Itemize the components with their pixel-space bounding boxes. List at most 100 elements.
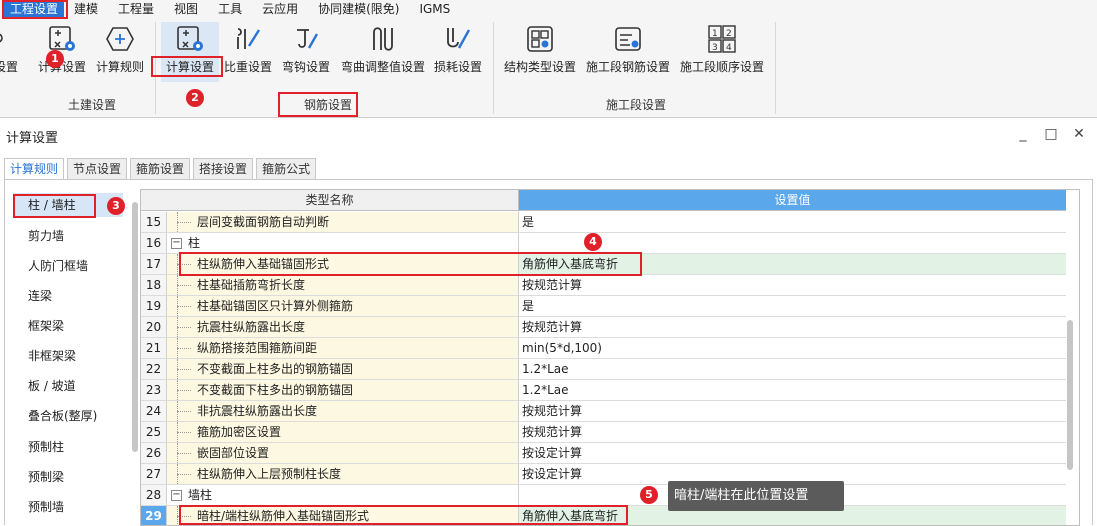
sidebar-item-frame-beam[interactable]: 框架梁 [13,314,123,338]
grid-scrollbar[interactable] [1067,320,1073,470]
collapse-toggle-icon[interactable]: − [171,490,182,501]
row-value-cell[interactable]: 按规范计算 [519,401,1066,421]
partial-settings-button[interactable]: 设置 [0,22,18,82]
segment-rebar-settings-button[interactable]: 施工段钢筋设置 [584,22,672,82]
group-label-segment: 施工段设置 [606,98,667,112]
sidebar-item-slab[interactable]: 板 / 坡道 [13,374,123,398]
row-number: 28 [141,485,167,505]
loss-settings-button[interactable]: 损耗设置 [432,22,484,82]
calc-settings-dialog: 计算设置 _ □ ✕ 计算规则 节点设置 箍筋设置 搭接设置 箍筋公式 柱 / … [0,118,1097,526]
table-row[interactable]: 20 抗震柱纵筋露出长度 按规范计算 [141,317,1066,338]
row-name-cell: 柱纵筋伸入基础锚固形式 [167,254,519,274]
settings-grid: 类型名称 设置值 15 层间变截面钢筋自动判断是 16− 柱 17 柱纵筋伸入基础锚固形式… [140,189,1080,526]
svg-text:4: 4 [726,43,732,53]
table-row[interactable]: 19 柱基础锚固区只计算外侧箍筋 是 [141,296,1066,317]
tab-stirrup-formula[interactable]: 箍筋公式 [256,158,317,180]
row-value-cell[interactable]: 是 [519,212,1066,232]
row-number: 27 [141,464,167,484]
row-number: 15 [141,212,167,232]
hook-settings-button[interactable]: 弯钩设置 [280,22,332,82]
row-value-cell[interactable]: 角筋伸入基底弯折 [519,254,1066,274]
sidebar-item-composite-slab[interactable]: 叠合板(整厚) [13,404,123,428]
table-row[interactable]: 26 嵌固部位设置 按设定计算 [141,443,1066,464]
step-badge-3: 3 [107,197,125,215]
row-number: 16 [141,233,167,253]
ribbon-separator [775,22,776,114]
sidebar-item-civil-defense-wall[interactable]: 人防门框墙 [13,254,123,278]
sidebar-item-precast-beam[interactable]: 预制梁 [13,465,123,489]
menu-modeling[interactable]: 建模 [64,0,108,18]
density-settings-button[interactable]: 比重设置 [222,22,274,82]
tab-lap-settings[interactable]: 搭接设置 [193,158,254,180]
menu-tools[interactable]: 工具 [208,0,252,18]
menu-collab[interactable]: 协同建模(限免) [308,0,409,18]
step-badge-1: 1 [46,50,64,68]
density-icon [237,28,261,49]
row-number: 20 [141,317,167,337]
table-row[interactable]: 16− 柱 [141,233,1066,254]
sidebar-item-precast-column[interactable]: 预制柱 [13,435,123,459]
menu-igms[interactable]: IGMS [409,0,460,18]
menu-cloud[interactable]: 云应用 [252,0,308,18]
sidebar-scrollbar[interactable] [132,202,138,452]
bend-adjust-settings-button[interactable]: 弯曲调整值设置 [338,22,428,82]
row-value-cell[interactable]: min(5*d,100) [519,338,1066,358]
hook-icon [297,29,319,49]
minimize-button[interactable]: _ [1012,124,1034,144]
rebar-calc-settings-button[interactable]: 计算设置 [161,22,219,82]
row-value-cell[interactable]: 按规范计算 [519,422,1066,442]
table-row[interactable]: 18 柱基础插筋弯折长度 按规范计算 [141,275,1066,296]
row-name-cell: − 柱 [167,233,519,253]
menu-quantity[interactable]: 工程量 [108,0,164,18]
sidebar-item-coupling-beam[interactable]: 连梁 [13,284,123,308]
calc-rules-button[interactable]: 计算规则 [94,22,146,82]
table-row[interactable]: 17 柱纵筋伸入基础锚固形式 角筋伸入基底弯折 [141,254,1066,275]
table-row[interactable]: 23 不变截面下柱多出的钢筋锚固 1.2*Lae [141,380,1066,401]
row-name-text: 层间变截面钢筋自动判断 [197,215,330,229]
row-value-cell[interactable]: 1.2*Lae [519,380,1066,400]
close-button[interactable]: ✕ [1068,124,1090,144]
segment-order-settings-button[interactable]: 1234 施工段顺序设置 [678,22,766,82]
col-header-value: 设置值 [519,190,1066,211]
table-row[interactable]: 22 不变截面上柱多出的钢筋锚固 1.2*Lae [141,359,1066,380]
annotation-tooltip: 暗柱/端柱在此位置设置 [668,481,844,511]
group-label-civil: 土建设置 [68,98,117,112]
tab-node-settings[interactable]: 节点设置 [67,158,128,180]
table-row[interactable]: 24 非抗震柱纵筋露出长度 按规范计算 [141,401,1066,422]
menu-project-settings[interactable]: 工程设置 [4,0,65,18]
row-value-cell[interactable]: 1.2*Lae [519,359,1066,379]
row-value-cell[interactable]: 按规范计算 [519,317,1066,337]
segment-rebar-icon [615,27,641,51]
row-name-text: 柱纵筋伸入上层预制柱长度 [197,467,342,481]
row-name-text: 柱基础插筋弯折长度 [197,278,306,292]
calc-settings-icon [177,26,203,51]
row-value-cell[interactable]: 是 [519,296,1066,316]
table-row[interactable]: 28− 墙柱 [141,485,1066,506]
table-row[interactable]: 15 层间变截面钢筋自动判断 是 [141,212,1066,233]
table-row[interactable]: 27 柱纵筋伸入上层预制柱长度 按设定计算 [141,464,1066,485]
row-name-cell: 不变截面下柱多出的钢筋锚固 [167,380,519,400]
table-row[interactable]: 29 暗柱/端柱纵筋伸入基础锚固形式 角筋伸入基底弯折 [141,506,1066,525]
maximize-button[interactable]: □ [1040,124,1062,144]
table-row[interactable]: 21 纵筋搭接范围箍筋间距 min(5*d,100) [141,338,1066,359]
tab-stirrup-settings[interactable]: 箍筋设置 [130,158,191,180]
svg-text:3: 3 [712,43,718,53]
row-name-cell: 层间变截面钢筋自动判断 [167,212,519,232]
group-label-rebar: 钢筋设置 [304,98,353,112]
row-value-cell[interactable]: 按设定计算 [519,443,1066,463]
sidebar-item-non-frame-beam[interactable]: 非框架梁 [13,344,123,368]
tab-calc-rules[interactable]: 计算规则 [4,158,65,180]
row-value-cell[interactable]: 按规范计算 [519,275,1066,295]
table-row[interactable]: 25 箍筋加密区设置 按规范计算 [141,422,1066,443]
sidebar-item-precast-wall[interactable]: 预制墙 [13,495,123,519]
civil-calc-settings-button[interactable]: 计算设置 [36,22,88,82]
structure-type-icon [527,26,553,52]
row-number: 23 [141,380,167,400]
sidebar-item-shear-wall[interactable]: 剪力墙 [13,224,123,248]
row-name-cell: 嵌固部位设置 [167,443,519,463]
row-number: 22 [141,359,167,379]
row-number: 29 [141,506,167,525]
collapse-toggle-icon[interactable]: − [171,238,182,249]
menu-view[interactable]: 视图 [164,0,208,18]
structure-type-settings-button[interactable]: 结构类型设置 [502,22,578,82]
